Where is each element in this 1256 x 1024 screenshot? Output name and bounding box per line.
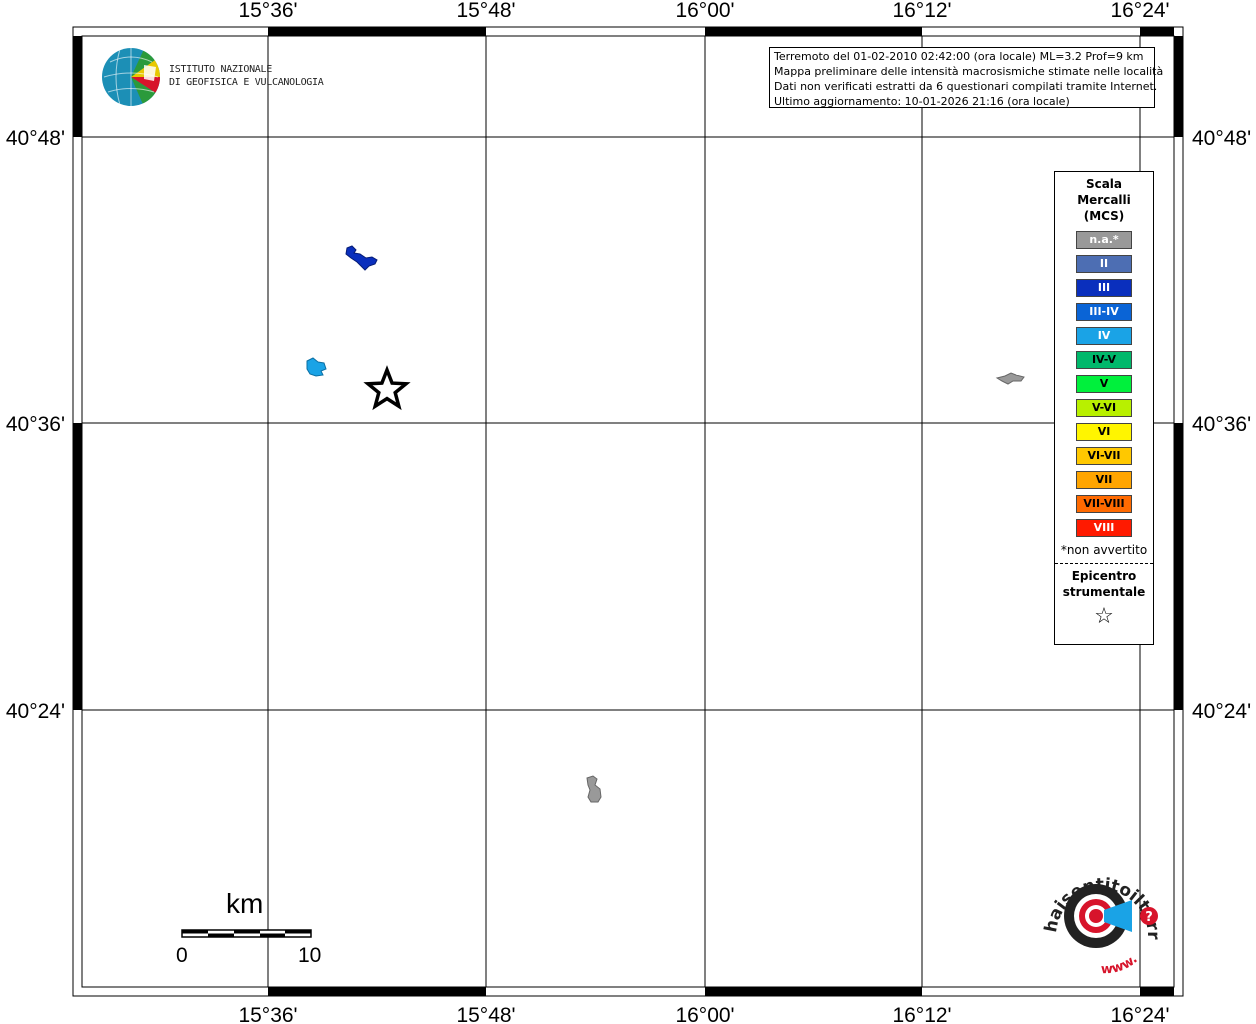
legend-item-ii: II xyxy=(1076,255,1132,273)
event-info-line: Mappa preliminare delle intensità macros… xyxy=(774,65,1164,78)
legend-title-line: Scala xyxy=(1085,177,1123,191)
lat-label: 40°36' xyxy=(1192,413,1251,436)
legend-item-vii: VII xyxy=(1076,471,1132,489)
svg-text:www.: www. xyxy=(1101,952,1141,977)
lat-label: 40°36' xyxy=(6,413,65,436)
lat-label: 40°48' xyxy=(6,127,65,150)
scale-start-label: 0 xyxy=(176,944,188,967)
legend-item-iv: IV xyxy=(1076,327,1132,345)
lon-label: 15°48' xyxy=(456,0,515,22)
event-info-box: Terremoto del 01-02-2010 02:42:00 (ora l… xyxy=(769,47,1164,108)
legend-item-iii: III xyxy=(1076,279,1132,297)
lon-labels-bottom: 15°36' 15°48' 16°00' 16°12' 16°24' xyxy=(238,1004,1169,1024)
lon-labels-top: 15°36' 15°48' 16°00' 16°12' 16°24' xyxy=(238,0,1169,22)
legend-divider xyxy=(1055,563,1153,564)
event-info-line: Ultimo aggiornamento: 10-01-2026 21:16 (… xyxy=(774,95,1070,108)
lat-labels-right: 40°48' 40°36' 40°24' xyxy=(1192,127,1251,723)
lon-label: 15°36' xyxy=(238,1004,297,1024)
lon-label: 16°00' xyxy=(675,1004,734,1024)
legend-item-iii-iv: III-IV xyxy=(1076,303,1132,321)
intensity-legend: Scala Mercalli (MCS) n.a.* II III III-IV IV I… xyxy=(1054,171,1154,645)
scale-end-label: 10 xyxy=(298,944,322,967)
hsit-logo-icon[interactable]: haisentitoilterremoto.it www. ? xyxy=(1036,858,1166,988)
lon-label: 15°48' xyxy=(456,1004,515,1024)
legend-item-vi: VI xyxy=(1076,423,1132,441)
lon-label: 16°12' xyxy=(892,0,951,22)
lon-label: 16°00' xyxy=(675,0,734,22)
legend-item-vii-viii: VII-VIII xyxy=(1076,495,1132,513)
scale-unit-label: km xyxy=(226,888,264,919)
ingv-logo-text: ISTITUTO NAZIONALE DI GEOFISICA E VULCAN… xyxy=(169,63,324,89)
legend-title-line: (MCS) xyxy=(1083,209,1125,223)
legend-star-icon: ☆ xyxy=(1094,604,1114,629)
lon-label: 16°24' xyxy=(1110,0,1169,22)
legend-item-iv-v: IV-V xyxy=(1076,351,1132,369)
legend-item-n-a: n.a.* xyxy=(1076,231,1132,249)
lat-label: 40°24' xyxy=(6,700,65,723)
legend-note: *non avvertito xyxy=(1060,543,1148,557)
legend-epicenter-label: Epicentro strumentale xyxy=(1055,568,1153,600)
scale-bar xyxy=(181,929,312,938)
legend-item-v-vi: V-VI xyxy=(1076,399,1132,417)
lon-label: 16°24' xyxy=(1110,1004,1169,1024)
lon-label: 16°12' xyxy=(892,1004,951,1024)
ingv-name-line1: ISTITUTO NAZIONALE xyxy=(169,64,272,75)
legend-item-vi-vii: VI-VII xyxy=(1076,447,1132,465)
event-info-line: Dati non verificati estratti da 6 questi… xyxy=(774,80,1158,93)
legend-title: Scala Mercalli (MCS) xyxy=(1055,176,1153,224)
event-info-line: Terremoto del 01-02-2010 02:42:00 (ora l… xyxy=(774,50,1144,63)
legend-epicenter-line: Epicentro xyxy=(1071,569,1137,583)
legend-epicenter-line: strumentale xyxy=(1062,585,1146,599)
map-frame xyxy=(72,26,1184,997)
legend-item-viii: VIII xyxy=(1076,519,1132,537)
lat-label: 40°24' xyxy=(1192,700,1251,723)
legend-item-v: V xyxy=(1076,375,1132,393)
ingv-name-line2: DI GEOFISICA E VULCANOLOGIA xyxy=(169,77,324,88)
lat-label: 40°48' xyxy=(1192,127,1251,150)
hsit-logo-prefix: www. xyxy=(1101,952,1141,977)
lat-labels-left: 40°48' 40°36' 40°24' xyxy=(6,127,65,723)
lon-label: 15°36' xyxy=(238,0,297,22)
svg-text:?: ? xyxy=(1145,910,1153,925)
legend-title-line: Mercalli xyxy=(1077,193,1131,207)
legend-items: n.a.* II III III-IV IV IV-V V V-VI VI VI-VII VII VI… xyxy=(1055,231,1153,537)
